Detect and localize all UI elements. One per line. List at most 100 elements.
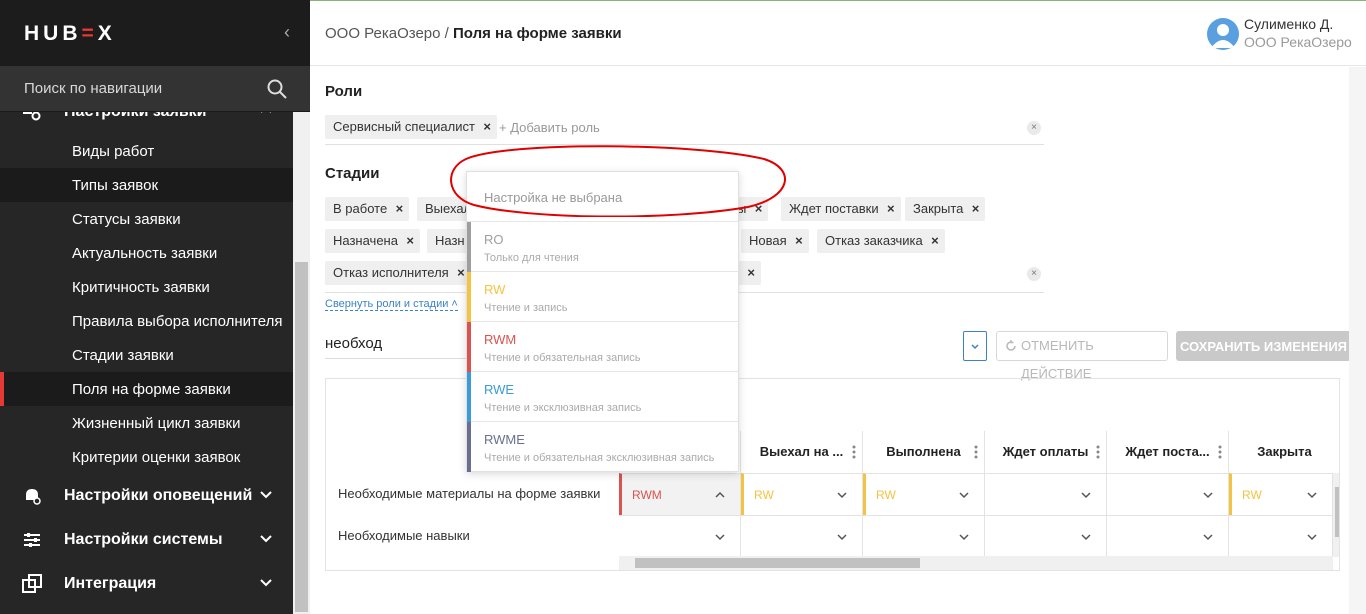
remove-tag-icon[interactable]: × — [483, 115, 491, 139]
avatar[interactable] — [1207, 18, 1239, 50]
grid-row-label: Необходимые материалы на форме заявки — [338, 486, 601, 501]
kebab-menu-icon[interactable] — [852, 444, 856, 460]
permission-cell[interactable]: RWM — [619, 473, 741, 515]
chevron-down-icon — [1203, 492, 1213, 499]
remove-tag-icon[interactable]: × — [457, 261, 465, 285]
chevron-down-icon — [1307, 492, 1317, 499]
stage-tag: Назначена × — [325, 229, 420, 253]
grid-row-label: Необходимые навыки — [338, 528, 470, 543]
chevron-down-icon — [959, 492, 969, 499]
clear-stages-icon[interactable]: × — [1027, 267, 1041, 281]
clear-roles-icon[interactable]: × — [1027, 121, 1041, 135]
undo-button[interactable]: ОТМЕНИТЬ ДЕЙСТВИЕ — [996, 331, 1168, 381]
grid-column-header[interactable]: Выполнена — [863, 431, 985, 473]
permission-cell[interactable] — [985, 515, 1107, 557]
grid-horizontal-scrollbar[interactable] — [619, 556, 1333, 570]
stage-tag-label: Закрыта — [913, 201, 964, 216]
dropdown-option-rwm[interactable]: RWM Чтение и обязательная запись — [467, 322, 738, 372]
breadcrumb: ООО РекаОзеро / Поля на форме заявки — [325, 25, 622, 42]
breadcrumb-separator: / — [444, 25, 449, 42]
sidebar-item-label: Актуальность заявки — [72, 245, 218, 262]
remove-tag-icon[interactable]: × — [931, 229, 939, 253]
collapse-link-label: Свернуть роли и стадии — [325, 298, 449, 310]
sidebar-item-executor-rules[interactable]: Правила выбора исполнителя — [0, 304, 293, 338]
permission-cell[interactable] — [1107, 473, 1229, 515]
option-color-bar — [467, 372, 471, 422]
grid-column-header[interactable]: Закрыта — [1229, 431, 1339, 473]
permission-cell[interactable] — [863, 515, 985, 557]
sidebar-group-label: Интеграция — [64, 575, 157, 592]
grid-horizontal-scrollbar-thumb[interactable] — [635, 558, 920, 568]
remove-tag-icon[interactable]: × — [747, 261, 755, 285]
main-scrollbar[interactable] — [1349, 67, 1366, 614]
grid-column-label: Выполнена — [886, 444, 961, 459]
option-description: Чтение и обязательная эксклюзивная запис… — [484, 452, 715, 464]
permission-cell[interactable]: RW — [1229, 473, 1333, 515]
collapse-roles-stages-link[interactable]: Свернуть роли и стадии ˄ — [325, 298, 458, 311]
sidebar-item-form-fields[interactable]: Поля на форме заявки — [0, 372, 293, 406]
sidebar-scrollbar-thumb[interactable] — [295, 262, 308, 612]
grid-column-header[interactable]: Ждет поста... — [1107, 431, 1229, 473]
sidebar-item-criticality[interactable]: Критичность заявки — [0, 270, 293, 304]
dropdown-placeholder-option[interactable]: Настройка не выбрана — [467, 172, 738, 222]
kebab-menu-icon[interactable] — [1218, 444, 1222, 460]
option-description: Чтение и запись — [484, 302, 568, 314]
stage-tag: Отказ заказчика × — [817, 229, 945, 253]
kebab-menu-icon[interactable] — [974, 444, 978, 460]
sidebar-item-stages[interactable]: Стадии заявки — [0, 338, 293, 372]
field-search-input[interactable]: необход — [325, 335, 485, 359]
dropdown-option-rwe[interactable]: RWE Чтение и эксклюзивная запись — [467, 372, 738, 422]
dropdown-option-ro[interactable]: RO Только для чтения — [467, 222, 738, 272]
sidebar-group-integration[interactable]: Интеграция — [0, 562, 293, 606]
sidebar-item-lifecycle[interactable]: Жизненный цикл заявки — [0, 406, 293, 440]
breadcrumb-org[interactable]: ООО РекаОзеро — [325, 25, 441, 42]
permission-cell[interactable]: RW — [741, 473, 863, 515]
sidebar-item-relevance[interactable]: Актуальность заявки — [0, 236, 293, 270]
role-tag: Сервисный специалист × — [325, 115, 497, 139]
save-button[interactable]: СОХРАНИТЬ ИЗМЕНЕНИЯ — [1176, 331, 1351, 361]
option-code: RO — [484, 232, 504, 247]
kebab-menu-icon[interactable] — [1096, 444, 1100, 460]
search-icon[interactable] — [266, 78, 288, 100]
sidebar-item-work-types[interactable]: Виды работ — [0, 134, 293, 168]
collapse-sidebar-icon[interactable]: ‹ — [280, 22, 294, 42]
nav-search — [0, 66, 310, 112]
grid-vertical-scrollbar[interactable] — [1333, 473, 1339, 557]
sidebar-item-request-statuses[interactable]: Статусы заявки — [0, 202, 293, 236]
stage-tag-label: Выехал — [425, 201, 472, 216]
chevron-down-icon — [1081, 534, 1091, 541]
dropdown-option-rwme[interactable]: RWME Чтение и обязательная эксклюзивная з… — [467, 422, 738, 472]
remove-tag-icon[interactable]: × — [795, 229, 803, 253]
permission-cell[interactable] — [1229, 515, 1333, 557]
user-name[interactable]: Сулименко Д. — [1244, 16, 1333, 32]
nav-search-input[interactable] — [24, 80, 254, 97]
remove-tag-icon[interactable]: × — [396, 197, 404, 221]
permission-cell[interactable] — [619, 515, 741, 557]
option-code: RW — [484, 282, 506, 297]
dropdown-option-rw[interactable]: RW Чтение и запись — [467, 272, 738, 322]
page-title: Поля на форме заявки — [453, 25, 622, 42]
permission-cell[interactable]: RW — [863, 473, 985, 515]
roles-select[interactable]: Сервисный специалист × + Добавить роль × — [325, 113, 1044, 145]
stage-tag-label: Назначена — [333, 233, 398, 248]
permission-cell[interactable] — [985, 473, 1107, 515]
remove-tag-icon[interactable]: × — [755, 197, 763, 221]
grid-column-header[interactable]: Ждет оплаты — [985, 431, 1107, 473]
sidebar-scrollbar[interactable] — [293, 112, 310, 614]
grid-vertical-scrollbar-thumb[interactable] — [1335, 487, 1339, 537]
permission-cell[interactable] — [741, 515, 863, 557]
add-role-link[interactable]: + Добавить роль — [499, 120, 600, 135]
sidebar-item-request-types[interactable]: Типы заявок — [0, 168, 293, 202]
sidebar-group-request-settings[interactable]: Настройки заявки — [0, 112, 293, 134]
option-code: RWE — [484, 382, 515, 397]
remove-tag-icon[interactable]: × — [972, 197, 980, 221]
columns-dropdown-toggle[interactable] — [963, 331, 987, 361]
grid-column-header[interactable]: Выехал на ... — [741, 431, 863, 473]
stage-tag-label: В работе — [333, 201, 388, 216]
remove-tag-icon[interactable]: × — [406, 229, 414, 253]
sidebar-item-rating-criteria[interactable]: Критерии оценки заявок — [0, 440, 293, 474]
sidebar-group-notifications[interactable]: Настройки оповещений — [0, 474, 293, 518]
sidebar-group-system[interactable]: Настройки системы — [0, 518, 293, 562]
remove-tag-icon[interactable]: × — [887, 197, 895, 221]
permission-cell[interactable] — [1107, 515, 1229, 557]
